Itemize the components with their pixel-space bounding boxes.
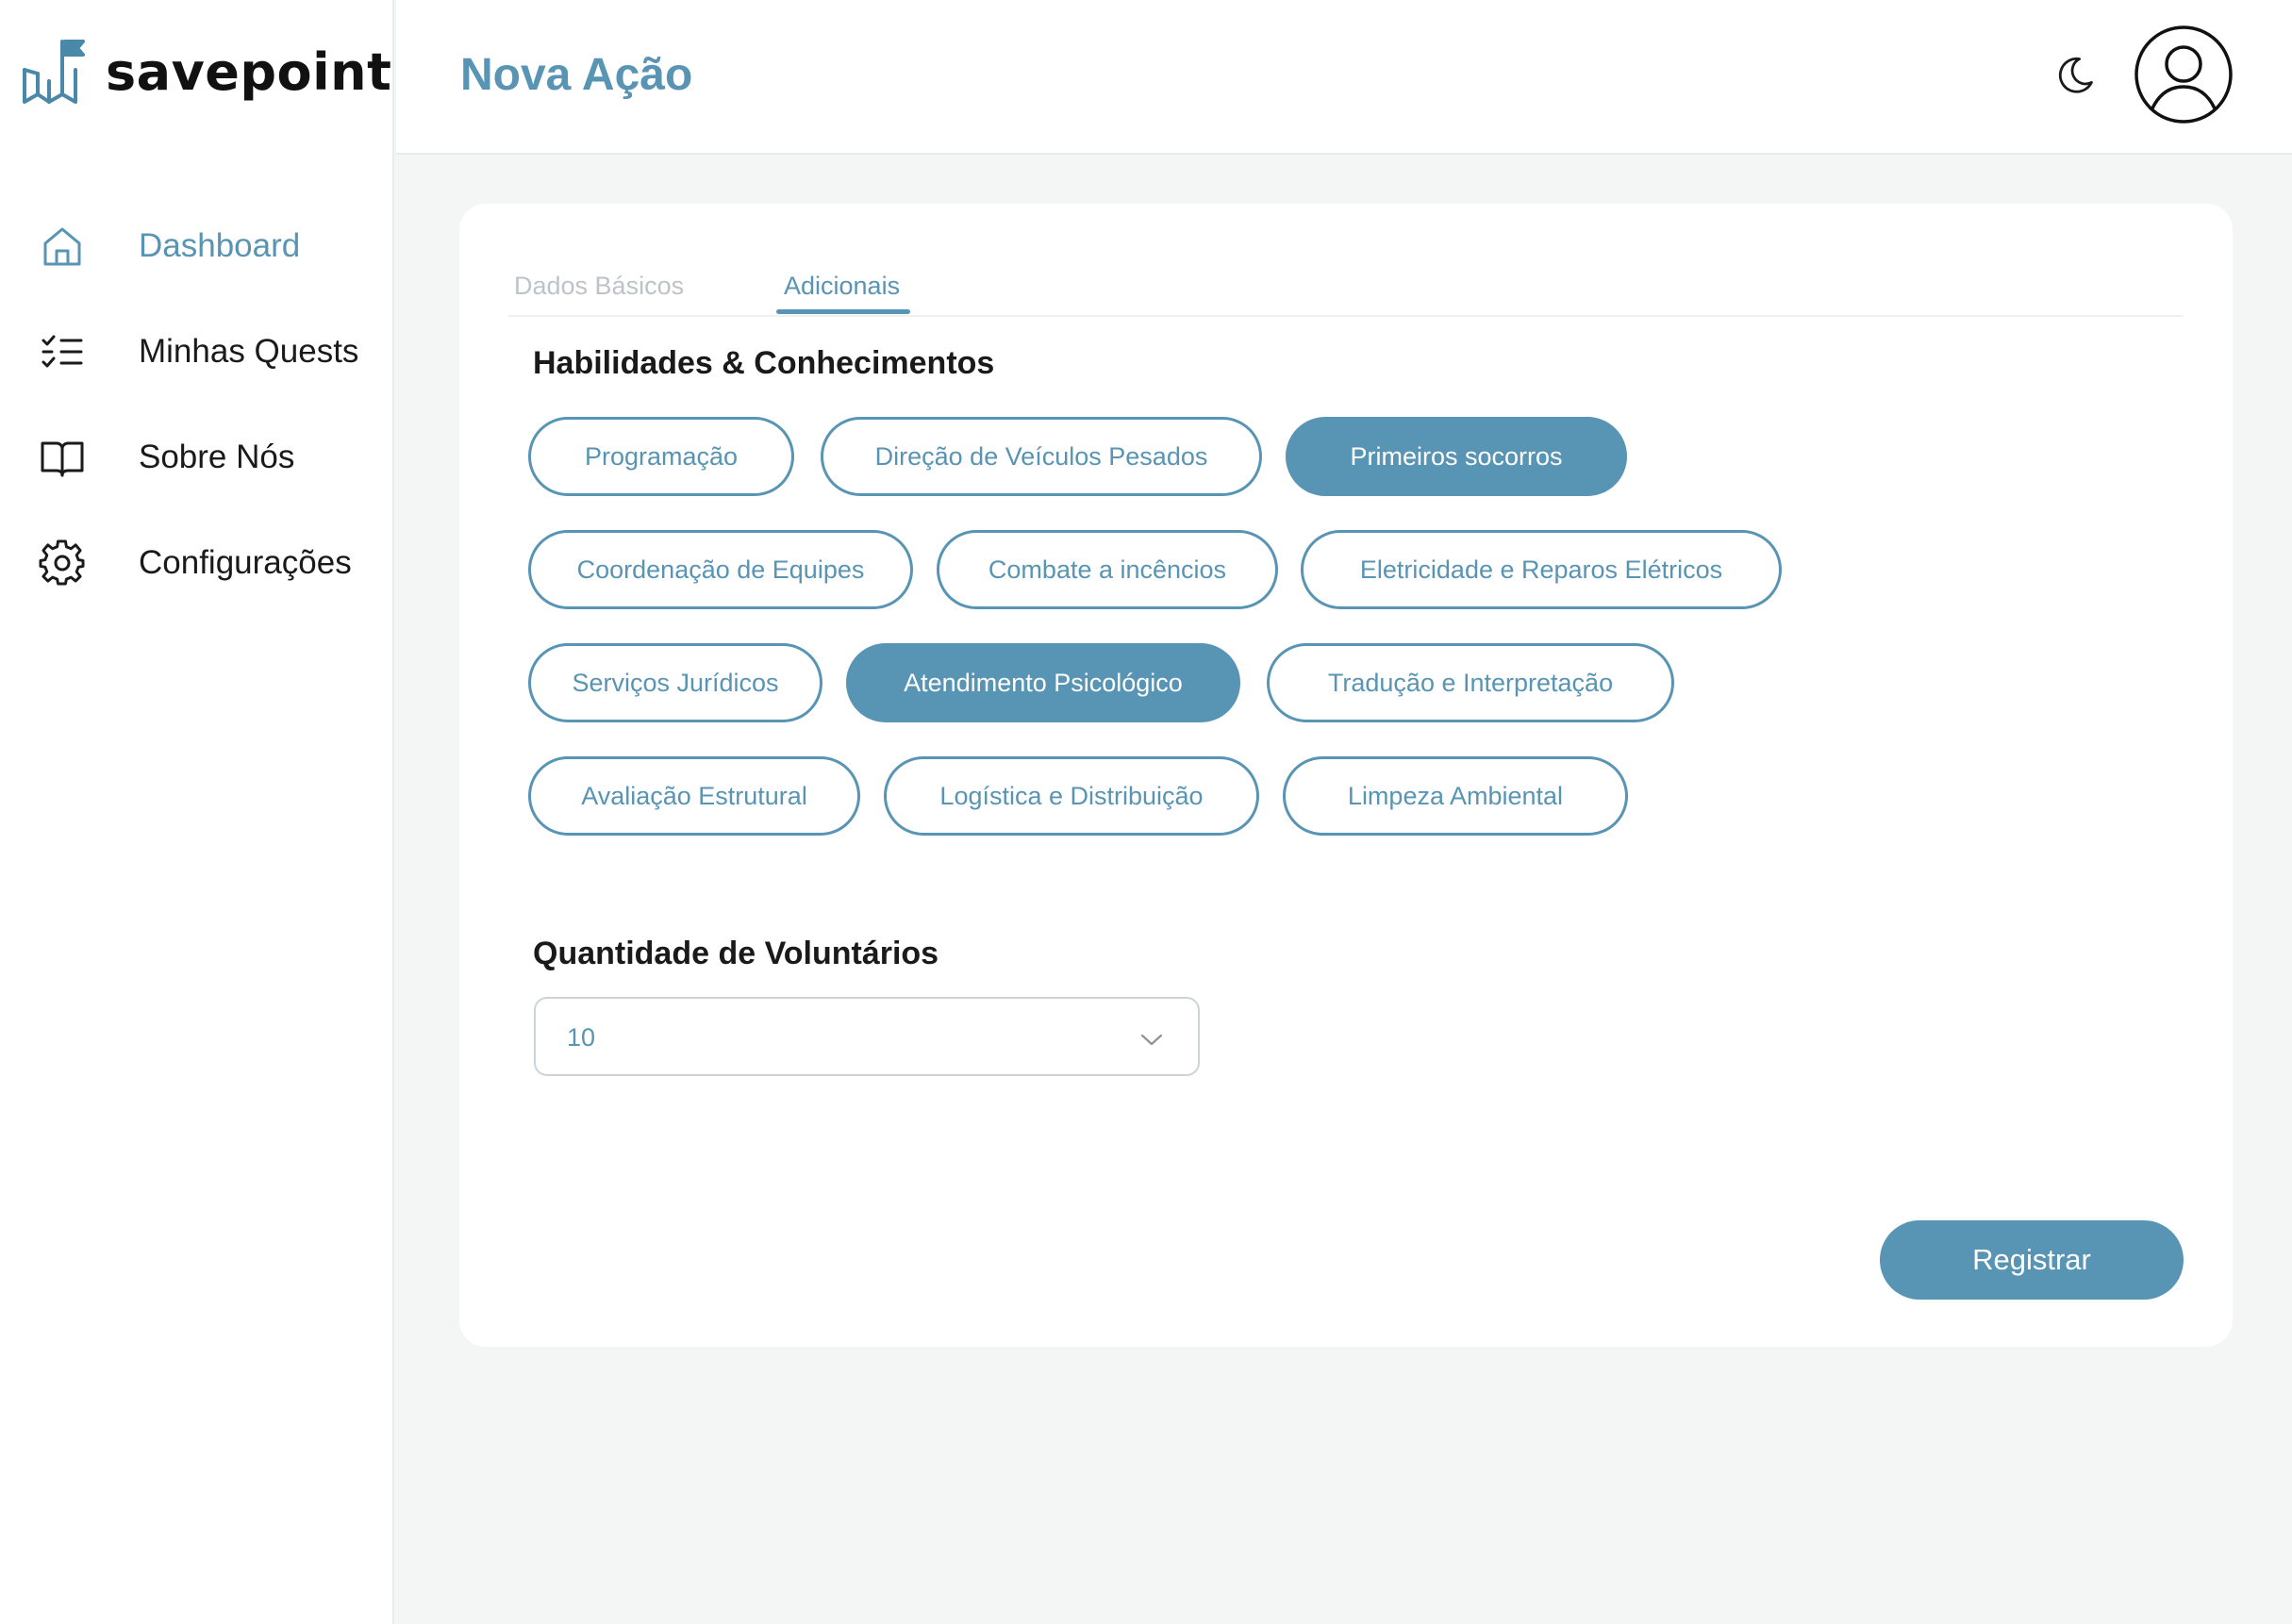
- volunteers-section-title: Quantidade de Voluntários: [533, 936, 939, 971]
- skill-chip[interactable]: Atendimento Psicológico: [846, 643, 1240, 722]
- skill-chip[interactable]: Logística e Distribuição: [884, 756, 1259, 836]
- form-tabs: Dados Básicos Adicionais: [508, 243, 2184, 317]
- theme-toggle-button[interactable]: [2049, 49, 2101, 102]
- sidebar-item-label: Configurações: [139, 544, 352, 581]
- sidebar-nav: Dashboard Minhas Quests Sobre Nós Config…: [0, 193, 394, 616]
- book-open-icon: [38, 433, 87, 482]
- volunteers-quantity-select[interactable]: 10: [534, 997, 1200, 1076]
- skill-chip-label: Logística e Distribuição: [939, 781, 1204, 810]
- new-action-form-card: Dados Básicos Adicionais Habilidades & C…: [459, 204, 2233, 1347]
- moon-icon: [2058, 57, 2093, 93]
- sidebar-item-label: Minhas Quests: [139, 333, 359, 370]
- skill-chip[interactable]: Direção de Veículos Pesados: [821, 417, 1262, 496]
- sidebar-item-label: Sobre Nós: [139, 439, 295, 475]
- sidebar-item-minhas-quests[interactable]: Minhas Quests: [0, 299, 394, 405]
- skill-chip-label: Avaliação Estrutural: [581, 781, 807, 810]
- tab-dados-basicos[interactable]: Dados Básicos: [514, 272, 684, 301]
- active-tab-indicator: [776, 309, 910, 314]
- user-avatar-icon: [2134, 25, 2233, 124]
- register-button[interactable]: Registrar: [1880, 1220, 2184, 1300]
- skill-chip-label: Tradução e Interpretação: [1327, 668, 1614, 697]
- skills-section-title: Habilidades & Conhecimentos: [533, 345, 995, 381]
- skill-chip-label: Programação: [584, 441, 739, 471]
- skill-chip[interactable]: Limpeza Ambiental: [1283, 756, 1628, 836]
- skill-chip-label: Coordenação de Equipes: [576, 555, 865, 584]
- skill-chip[interactable]: Avaliação Estrutural: [528, 756, 860, 836]
- gear-icon: [38, 539, 87, 588]
- logo-icon: [23, 40, 85, 104]
- sidebar-item-sobre-nos[interactable]: Sobre Nós: [0, 405, 394, 510]
- skill-chip[interactable]: Serviços Jurídicos: [528, 643, 822, 722]
- user-avatar-button[interactable]: [2134, 25, 2234, 124]
- skill-chip[interactable]: Eletricidade e Reparos Elétricos: [1301, 530, 1782, 609]
- skill-chip-label: Eletricidade e Reparos Elétricos: [1359, 555, 1723, 584]
- sidebar-item-dashboard[interactable]: Dashboard: [0, 193, 394, 299]
- top-header: Nova Ação: [396, 0, 2292, 155]
- skill-chip[interactable]: Programação: [528, 417, 794, 496]
- skill-chip-label: Combate a incêncios: [988, 555, 1227, 584]
- skill-chip-label: Serviços Jurídicos: [572, 668, 779, 697]
- skill-chip[interactable]: Combate a incêncios: [937, 530, 1278, 609]
- skill-chip[interactable]: Coordenação de Equipes: [528, 530, 913, 609]
- skill-chip-label: Direção de Veículos Pesados: [874, 441, 1208, 471]
- tab-adicionais[interactable]: Adicionais: [784, 272, 900, 301]
- skill-chip-label: Limpeza Ambiental: [1347, 781, 1564, 810]
- sidebar: savepoint Dashboard Minhas Quests Sobre …: [0, 0, 394, 1624]
- skill-chip-label: Primeiros socorros: [1350, 441, 1563, 471]
- checklist-icon: [38, 327, 87, 376]
- skill-chip-label: Atendimento Psicológico: [904, 668, 1183, 697]
- page-title: Nova Ação: [460, 50, 693, 100]
- select-value: 10: [567, 1023, 596, 1052]
- home-icon: [38, 222, 87, 271]
- skill-chip[interactable]: Tradução e Interpretação: [1267, 643, 1674, 722]
- skill-chip[interactable]: Primeiros socorros: [1286, 417, 1627, 496]
- sidebar-item-configuracoes[interactable]: Configurações: [0, 510, 394, 616]
- logo-text: savepoint: [106, 41, 392, 102]
- sidebar-item-label: Dashboard: [139, 227, 301, 264]
- chevron-down-icon: [1140, 1034, 1163, 1046]
- logo[interactable]: savepoint: [21, 36, 391, 108]
